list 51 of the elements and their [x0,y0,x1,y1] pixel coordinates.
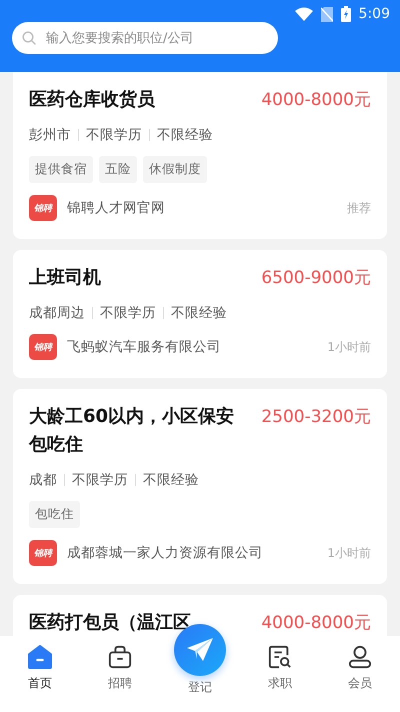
job-title: 大龄工60以内，小区保安包吃住 [29,405,236,457]
job-requirement: 不限经验 [157,126,213,144]
job-card[interactable]: 大龄工60以内，小区保安包吃住 2500-3200元 成都 不限学历 不限经验 包吃住 锦聘 成都蓉城一家人力资源有限公司 1小时前 [13,389,387,584]
company-logo: 锦聘 [29,334,57,360]
nav-tab[interactable]: 首页 [0,636,80,712]
battery-charging-icon [340,6,351,22]
job-title: 上班司机 [29,266,101,290]
paper-plane-icon [186,637,214,663]
benefit-tag: 包吃住 [29,501,80,528]
post-time: 推荐 [347,200,371,216]
home-icon [27,645,53,669]
wifi-icon [294,7,313,21]
nav-tab[interactable]: 招聘 [80,636,160,712]
job-card[interactable]: 医药打包员（温江区 4000-8000元 [13,595,387,636]
salary: 4000-8000元 [261,89,371,112]
salary: 2500-3200元 [261,406,371,429]
resume-search-icon [267,645,293,669]
nav-tab[interactable]: 会员 [320,636,400,712]
salary: 6500-9000元 [261,267,371,290]
benefit-tag: 休假制度 [143,156,207,183]
job-requirement: 成都 [29,471,57,489]
job-requirement: 不限经验 [171,304,227,322]
status-time: 5:09 [358,6,390,22]
nav-tab[interactable]: 求职 [240,636,320,712]
post-time: 1小时前 [327,338,371,356]
user-icon [347,645,373,669]
job-requirement: 彭州市 [29,126,71,144]
job-requirement: 不限学历 [72,471,128,489]
search-icon [22,31,36,45]
benefit-tag: 五险 [99,156,137,183]
salary: 4000-8000元 [261,612,371,635]
job-requirement: 不限学历 [100,304,156,322]
job-title: 医药打包员（温江区 [29,611,191,635]
bag-icon [107,645,133,669]
search-field[interactable]: 输入您要搜索的职位/公司 [44,30,268,46]
company-name: 飞蚂蚁汽车服务有限公司 [67,338,222,356]
nav-tab[interactable]: 登记 [160,679,240,712]
benefit-tag: 提供食宿 [29,156,93,183]
company-name: 成都蓉城一家人力资源有限公司 [67,544,264,562]
job-requirement: 不限学历 [86,126,142,144]
job-card[interactable]: 医药仓库收货员 4000-8000元 彭州市 不限学历 不限经验 提供食宿 五险 休假制度 锦聘 锦聘人才网官网 推荐 [13,72,387,239]
no-sim-icon [320,6,333,22]
company-logo: 锦聘 [29,195,57,221]
search-bar[interactable]: 输入您要搜索的职位/公司 [12,22,278,54]
post-time: 1小时前 [327,544,371,562]
job-card[interactable]: 上班司机 6500-9000元 成都周边 不限学历 不限经验 锦聘 飞蚂蚁汽车服务有限公司 1小时前 [13,250,387,378]
job-title: 医药仓库收货员 [29,88,155,112]
company-name: 锦聘人才网官网 [67,199,166,217]
job-requirement: 成都周边 [29,304,85,322]
job-requirement: 不限经验 [143,471,199,489]
company-logo: 锦聘 [29,540,57,566]
